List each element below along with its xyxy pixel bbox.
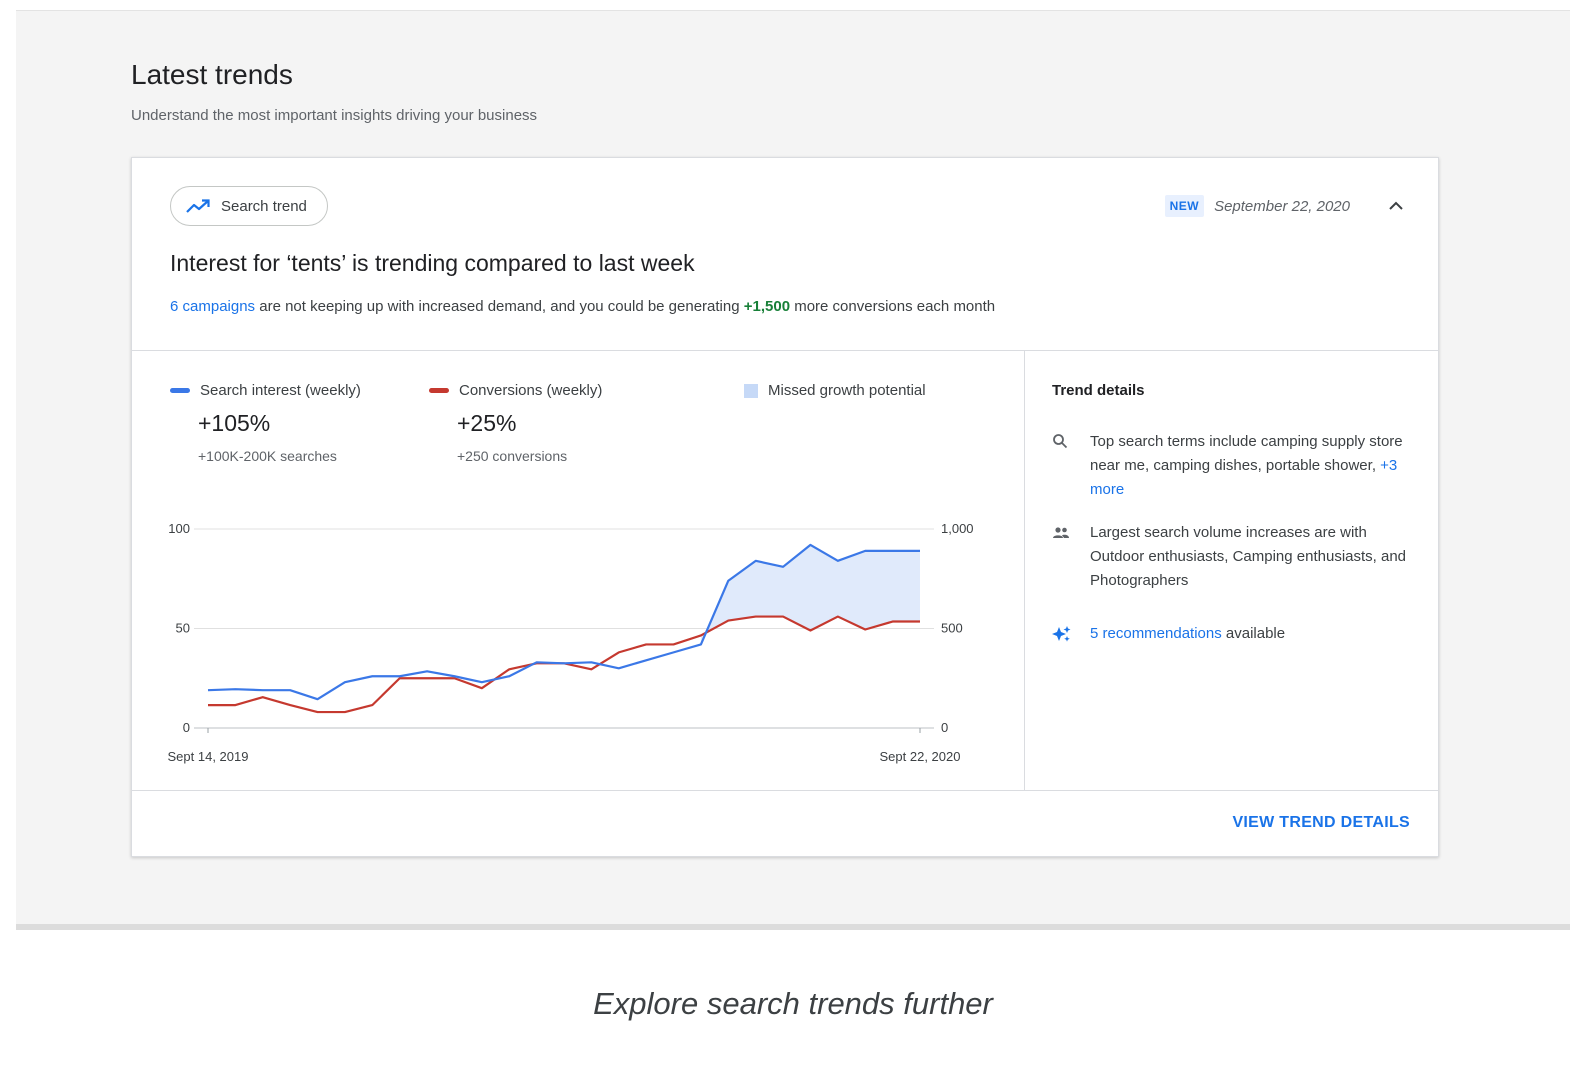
x-axis-label-end: Sept 22, 2020 — [880, 749, 961, 764]
card-description: 6 campaigns are not keeping up with incr… — [170, 298, 995, 315]
campaigns-link[interactable]: 6 campaigns — [170, 298, 255, 315]
trend-date: September 22, 2020 — [1214, 197, 1350, 215]
audiences-text: Largest search volume increases are with… — [1090, 524, 1407, 589]
trend-details-title: Trend details — [1052, 382, 1145, 399]
divider — [1024, 350, 1025, 790]
people-icon — [1052, 521, 1070, 593]
caption: Explore search trends further — [593, 986, 993, 1021]
search-interest-sub: +100K-200K searches — [198, 448, 337, 464]
right-axis-tick: 500 — [941, 621, 963, 636]
trend-detail-recommendations: 5 recommendations available — [1052, 622, 1412, 651]
page-subtitle: Understand the most important insights d… — [131, 107, 538, 124]
trend-detail-text: Top search terms include camping supply … — [1090, 430, 1412, 502]
sparkle-icon — [1052, 622, 1071, 651]
legend-label: Search interest (weekly) — [200, 382, 361, 399]
legend-search-interest: Search interest (weekly) — [170, 382, 361, 399]
left-axis-tick: 0 — [183, 720, 190, 735]
conversions-highlight: +1,500 — [743, 298, 791, 315]
search-terms-text: Top search terms include camping supply … — [1090, 433, 1403, 474]
collapse-button[interactable] — [1384, 194, 1408, 218]
missed-growth-swatch — [744, 383, 758, 398]
divider — [132, 350, 1438, 351]
trend-card: Search trend NEW September 22, 2020 Inte… — [131, 157, 1439, 857]
conversions-change: +25% — [457, 410, 517, 436]
recommendations-suffix: available — [1221, 625, 1286, 642]
desc-text-end: more conversions each month — [790, 298, 996, 315]
left-axis-tick: 50 — [176, 621, 190, 636]
latest-trends-panel: Latest trends Understand the most import… — [16, 10, 1570, 930]
trend-detail-audiences: Largest search volume increases are with… — [1052, 521, 1412, 593]
search-interest-swatch — [170, 388, 190, 393]
recommendations-link[interactable]: 5 recommendations — [1090, 625, 1222, 642]
trending-up-icon — [185, 198, 211, 214]
chip-label: Search trend — [221, 197, 307, 215]
x-axis-label-start: Sept 14, 2019 — [168, 749, 249, 764]
divider — [132, 790, 1438, 791]
recommendations-text: 5 recommendations available — [1090, 622, 1285, 651]
right-axis-tick: 1,000 — [941, 521, 974, 536]
new-badge: NEW — [1164, 195, 1205, 217]
view-trend-details-button[interactable]: VIEW TREND DETAILS — [1232, 814, 1410, 832]
legend-conversions: Conversions (weekly) — [429, 382, 602, 399]
legend-missed-growth: Missed growth potential — [744, 382, 926, 399]
legend-label: Missed growth potential — [768, 382, 926, 399]
search-icon — [1052, 430, 1070, 502]
page-title: Latest trends — [131, 59, 293, 90]
card-header-meta: NEW September 22, 2020 — [1164, 194, 1408, 218]
conversions-swatch — [429, 388, 449, 393]
right-axis-tick: 0 — [941, 720, 948, 735]
card-title: Interest for ‘tents’ is trending compare… — [170, 250, 695, 276]
chevron-up-icon — [1389, 201, 1403, 210]
conversions-sub: +250 conversions — [457, 448, 568, 464]
left-axis-tick: 100 — [168, 521, 190, 536]
trend-chart: 0 50 100 0 500 1,000 Sept 14, 2019 Sept 22, 202… — [168, 521, 974, 764]
search-trend-chip[interactable]: Search trend — [170, 186, 328, 226]
legend-label: Conversions (weekly) — [459, 382, 603, 399]
desc-text: are not keeping up with increased demand… — [255, 298, 744, 315]
search-interest-change: +105% — [198, 410, 271, 436]
trend-detail-search-terms: Top search terms include camping supply … — [1052, 430, 1412, 502]
